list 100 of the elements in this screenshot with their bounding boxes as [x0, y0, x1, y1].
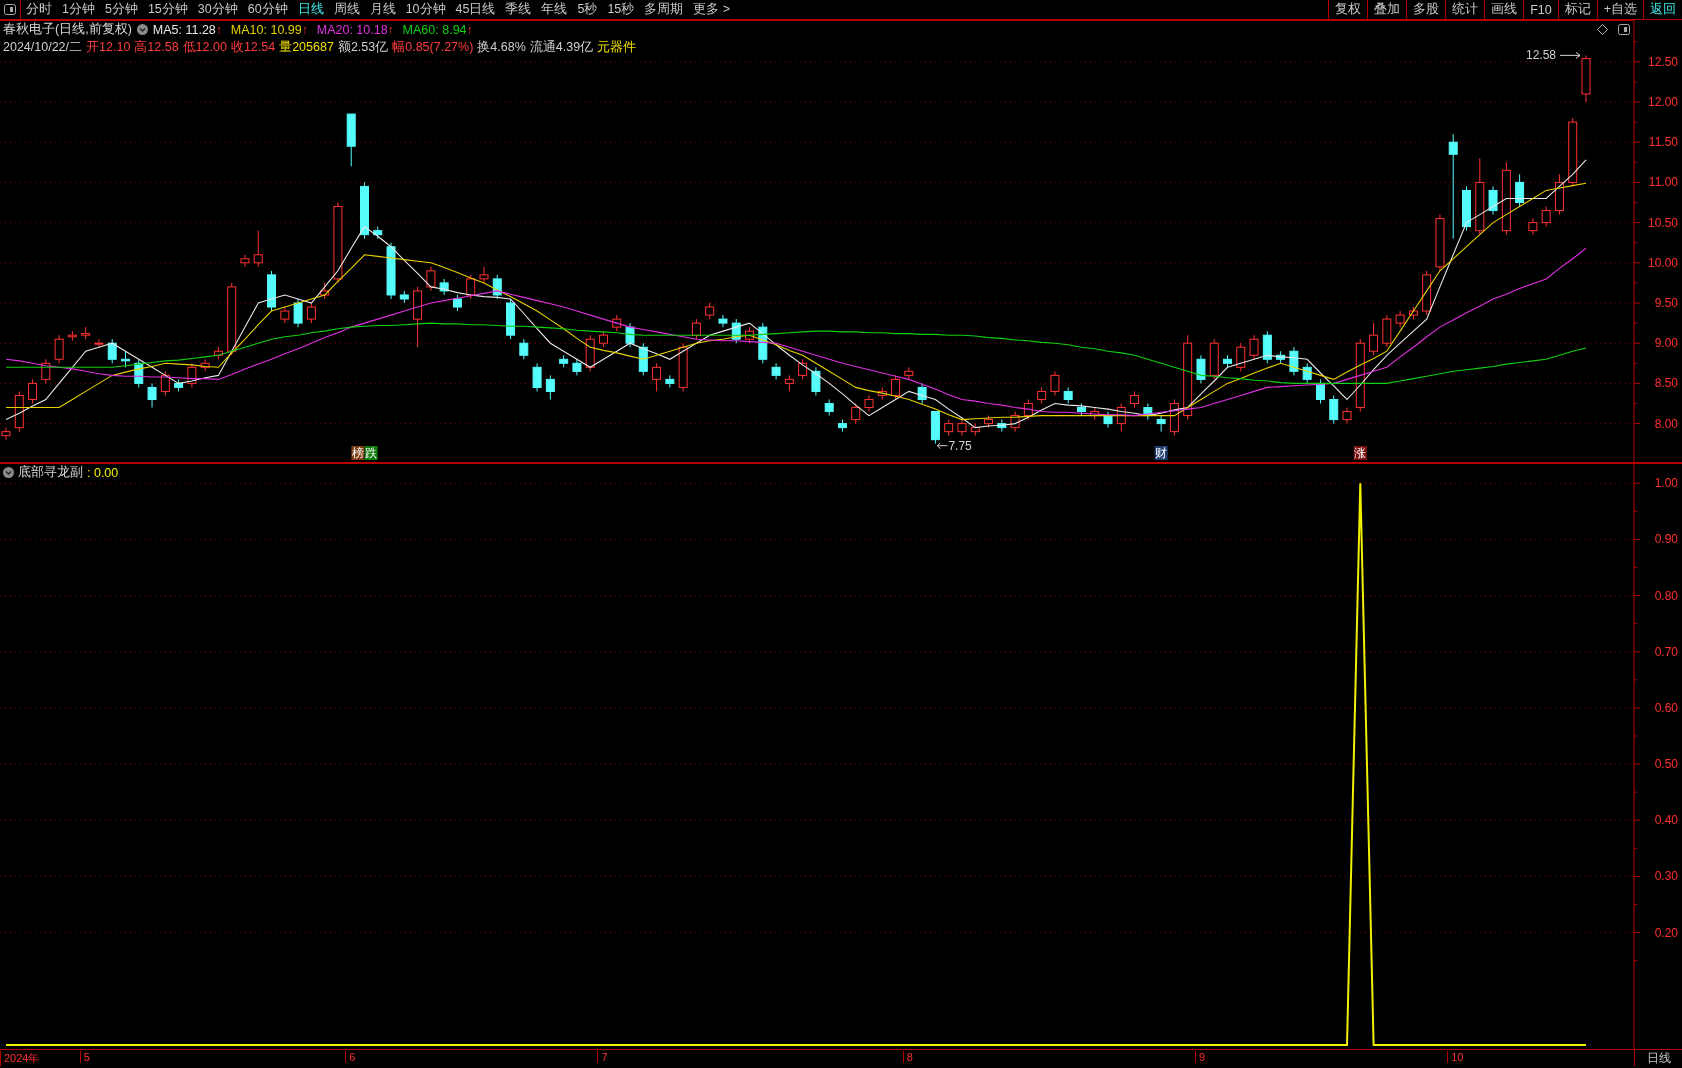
period-tab[interactable]: 日线 — [292, 0, 329, 19]
event-badge[interactable]: 榜 — [351, 446, 365, 460]
candlestick — [1223, 354, 1232, 368]
collapse-icon[interactable] — [136, 24, 148, 35]
indicator-title: 底部寻龙副 — [18, 464, 83, 481]
axis-label: 11.00 — [1648, 175, 1678, 190]
candlestick — [187, 362, 197, 388]
panel-toggle-icon[interactable] — [1618, 24, 1630, 35]
date-axis-label: 9 — [1194, 1051, 1206, 1063]
candlestick — [399, 290, 409, 304]
candlestick — [1276, 350, 1286, 364]
candlestick — [28, 378, 38, 404]
axis-label: 0.30 — [1654, 869, 1678, 884]
toolbar-button[interactable]: 统计 — [1445, 0, 1485, 19]
candlestick — [1249, 334, 1259, 360]
period-tab[interactable]: 30分钟 — [192, 0, 243, 19]
event-badge[interactable]: 涨 — [1353, 446, 1367, 460]
candlestick — [386, 242, 396, 300]
period-tab[interactable]: 分时 — [21, 0, 57, 19]
price-label: 7.75 — [948, 438, 972, 453]
candlestick — [1236, 342, 1246, 372]
period-tab[interactable]: 15分钟 — [142, 0, 193, 19]
trend-arrow: ↑ — [466, 22, 473, 37]
candlestick — [731, 318, 741, 344]
candlestick — [837, 419, 847, 433]
candlestick — [1462, 185, 1471, 232]
candlestick — [1342, 407, 1352, 425]
period-tab[interactable]: 5秒 — [572, 0, 603, 19]
candlestick — [1169, 399, 1179, 437]
candlestick — [413, 286, 423, 348]
candlestick — [466, 274, 476, 300]
candlestick — [67, 330, 77, 342]
candlestick — [1382, 314, 1392, 348]
period-tab[interactable]: 15秒 — [602, 0, 640, 19]
candlestick — [652, 362, 662, 392]
candlestick — [1143, 403, 1153, 421]
candlestick — [545, 374, 555, 400]
collapse-icon[interactable] — [3, 467, 14, 478]
axis-label: 10.00 — [1647, 255, 1678, 270]
event-badge[interactable]: 跌 — [364, 446, 378, 460]
toolbar-button[interactable]: +自选 — [1596, 0, 1643, 19]
date-axis-label: 6 — [345, 1051, 356, 1063]
candlestick — [1103, 411, 1113, 429]
candlestick — [1408, 306, 1418, 320]
axis-label: 11.50 — [1648, 135, 1678, 150]
toolbar-button[interactable]: 画线 — [1484, 0, 1524, 19]
chart-title: 春秋电子(日线,前复权) — [3, 21, 132, 38]
axis-label: 0.90 — [1654, 532, 1678, 547]
period-tab[interactable]: 年线 — [536, 0, 573, 19]
candlestick — [585, 334, 595, 372]
candlestick — [94, 338, 104, 348]
date-axis-label: 7 — [597, 1051, 608, 1063]
candlestick — [41, 358, 51, 384]
period-tab[interactable]: 10分钟 — [400, 0, 451, 19]
candlestick — [930, 411, 940, 445]
quote-value: 元器件 — [597, 39, 637, 56]
candlestick — [1315, 378, 1325, 404]
candlestick — [997, 419, 1007, 433]
trend-arrow: ↑ — [301, 22, 308, 37]
axis-label: 12.00 — [1647, 95, 1678, 109]
candlestick — [373, 226, 383, 240]
toolbar-button[interactable]: 返回 — [1643, 0, 1682, 19]
toolbar-button[interactable]: 多股 — [1406, 0, 1446, 19]
period-tab[interactable]: 60分钟 — [242, 0, 293, 19]
period-tab[interactable]: 1分钟 — [57, 0, 100, 19]
candlestick — [160, 370, 170, 396]
period-tab[interactable]: 45日线 — [450, 0, 501, 19]
candlestick — [1037, 386, 1047, 404]
candlestick — [745, 326, 755, 344]
candlestick — [306, 302, 316, 324]
candlestick — [1302, 362, 1312, 384]
candlestick — [798, 358, 808, 380]
event-badge[interactable]: 财 — [1154, 446, 1168, 460]
candlestick — [1130, 390, 1140, 408]
period-tab[interactable]: 季线 — [500, 0, 537, 19]
candlestick — [970, 423, 980, 437]
date-axis-label: 8 — [902, 1051, 913, 1063]
period-tab[interactable]: 5分钟 — [99, 0, 143, 19]
period-tab[interactable]: 多周期 — [639, 0, 689, 19]
axis-label: 0.20 — [1654, 925, 1678, 940]
period-tab[interactable]: 月线 — [364, 0, 401, 19]
period-tab[interactable]: 更多 > — [688, 0, 736, 19]
candlestick — [320, 282, 330, 300]
diamond-icon[interactable] — [1597, 24, 1608, 35]
leader-line — [936, 442, 948, 450]
ma-value: : 11.28 — [178, 22, 216, 37]
candlestick — [784, 374, 794, 392]
quote-value: 高12.58 — [134, 39, 179, 56]
toolbar-button[interactable]: F10 — [1523, 0, 1558, 19]
toolbar-button[interactable]: 标记 — [1557, 0, 1597, 19]
leader-line — [1559, 51, 1581, 59]
date-axis-label: 2024年 — [0, 1051, 40, 1066]
candlestick — [1010, 411, 1020, 433]
period-tab[interactable]: 周线 — [328, 0, 365, 19]
trend-arrow: ↑ — [387, 22, 394, 37]
toolbar-button[interactable]: 复权 — [1328, 0, 1368, 19]
candlestick — [532, 362, 542, 392]
candlestick — [758, 322, 768, 364]
toolbar-button[interactable]: 叠加 — [1367, 0, 1407, 19]
candlestick — [506, 298, 516, 340]
